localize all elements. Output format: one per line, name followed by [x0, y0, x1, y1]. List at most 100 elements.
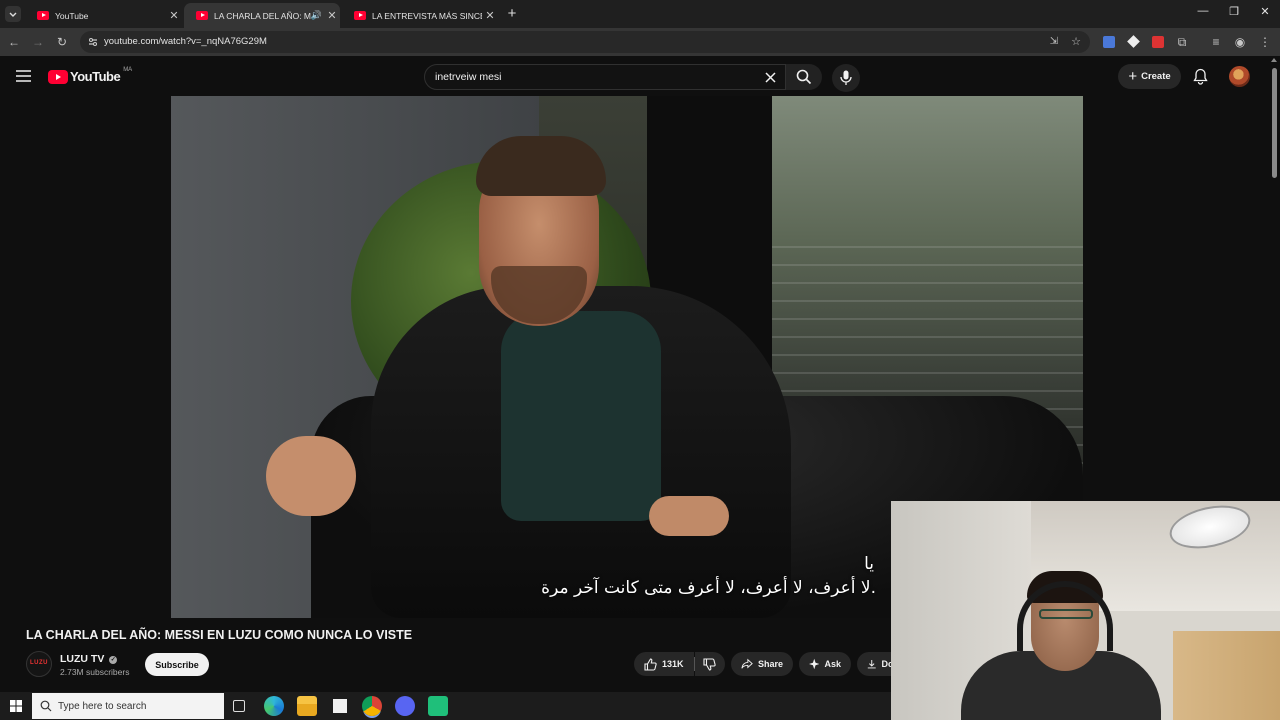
microphone-icon — [840, 70, 852, 85]
thumbs-up-icon — [644, 657, 657, 671]
chevron-down-icon — [9, 12, 17, 17]
browser-tab-active-video[interactable]: LA CHARLA DEL AÑO: MES 🔊 ✕ — [184, 3, 340, 28]
sparkle-icon — [809, 658, 820, 670]
tab-close-icon[interactable]: ✕ — [166, 9, 182, 22]
plus-icon: + — [1128, 67, 1138, 85]
search-input[interactable]: inetrveiw mesi — [435, 71, 502, 83]
hair — [476, 136, 606, 196]
minimize-icon[interactable]: — — [1188, 5, 1218, 17]
like-button[interactable]: 131K — [634, 652, 694, 676]
install-app-icon[interactable]: ⇲ — [1046, 34, 1062, 50]
new-tab-button[interactable]: + — [503, 5, 521, 23]
tab-title: LA ENTREVISTA MÁS SINCERA — [372, 10, 482, 21]
channel-name-text: LUZU TV — [60, 653, 105, 665]
restore-icon[interactable]: ❐ — [1219, 5, 1249, 18]
create-button[interactable]: + Create — [1118, 64, 1181, 89]
speaker-icon[interactable]: 🔊 — [311, 10, 322, 21]
taskbar-search-placeholder: Type here to search — [58, 701, 147, 712]
search-icon — [40, 700, 52, 712]
media-control-icon[interactable]: ≡ — [1208, 34, 1224, 50]
subscriber-count: 2.73M subscribers — [60, 667, 130, 677]
windows-taskbar: Type here to search — [0, 692, 891, 720]
download-label: Do — [881, 659, 892, 669]
taskbar-search-box[interactable]: Type here to search — [32, 693, 224, 719]
reload-icon[interactable]: ↻ — [54, 34, 70, 50]
address-bar[interactable]: youtube.com/watch?v=_nqNA76G29M ⇲ ☆ — [80, 31, 1090, 53]
video-title: LA CHARLA DEL AÑO: MESSI EN LUZU COMO NU… — [26, 628, 413, 642]
search-icon — [796, 69, 812, 85]
extensions-puzzle-icon[interactable]: ⧉ — [1174, 34, 1190, 50]
scroll-thumb[interactable] — [1272, 68, 1277, 178]
channel-logo-text: LUZU — [30, 660, 48, 666]
forward-arrow-icon[interactable]: → — [30, 34, 46, 50]
notifications-bell-icon[interactable] — [1193, 68, 1208, 85]
url-text: youtube.com/watch?v=_nqNA76G29M — [104, 36, 267, 47]
ask-button[interactable]: Ask — [799, 652, 851, 676]
youtube-header: YouTube MA inetrveiw mesi + Create — [0, 56, 1280, 96]
subtitle-line: يا — [864, 554, 874, 574]
youtube-favicon-icon — [354, 11, 366, 20]
verified-check-icon: ✓ — [109, 656, 118, 664]
chrome-icon[interactable] — [362, 696, 382, 716]
thumbs-down-icon — [703, 657, 716, 671]
discord-icon[interactable] — [395, 696, 415, 716]
back-arrow-icon[interactable]: ← — [6, 34, 22, 50]
subscribe-button[interactable]: Subscribe — [145, 653, 209, 676]
tab-close-icon[interactable]: ✕ — [482, 9, 498, 22]
ask-label: Ask — [824, 659, 841, 669]
youtube-logo[interactable]: YouTube MA — [48, 67, 132, 84]
microsoft-store-icon[interactable] — [330, 696, 350, 716]
youtube-logo-text: YouTube — [70, 69, 121, 84]
browser-tab-entrevista[interactable]: LA ENTREVISTA MÁS SINCERA ✕ — [342, 3, 498, 28]
avatar[interactable] — [1229, 66, 1250, 87]
dislike-button[interactable] — [695, 652, 725, 676]
task-view-icon[interactable] — [233, 700, 245, 712]
create-label: Create — [1141, 71, 1171, 82]
windows-start-icon[interactable] — [10, 700, 22, 712]
profile-icon[interactable]: ◉ — [1232, 34, 1248, 50]
share-arrow-icon — [741, 658, 753, 669]
tab-search-button[interactable] — [5, 6, 21, 22]
extension-red-icon[interactable] — [1152, 36, 1164, 48]
webcam-glasses — [1039, 609, 1093, 619]
video-subtitles: يا لا أعرف، لا أعرف، لا أعرف متى كانت آخ… — [471, 552, 876, 600]
bookmark-star-icon[interactable]: ☆ — [1068, 34, 1084, 50]
share-button[interactable]: Share — [731, 652, 793, 676]
tab-close-icon[interactable]: ✕ — [324, 9, 340, 22]
youtube-favicon-icon — [196, 11, 208, 20]
menu-hamburger-icon[interactable] — [16, 69, 32, 83]
webcam-wardrobe — [1173, 631, 1280, 720]
site-info-icon[interactable] — [87, 36, 99, 48]
hand-resting — [649, 496, 729, 536]
game-app-icon[interactable] — [428, 696, 448, 716]
hand-gesture — [266, 436, 356, 516]
webcam-overlay — [891, 501, 1280, 720]
extension-diamond-icon[interactable] — [1127, 35, 1140, 48]
tab-title: YouTube — [55, 10, 89, 21]
tab-title: LA CHARLA DEL AÑO: MES — [214, 10, 311, 21]
close-window-icon[interactable]: ✕ — [1250, 5, 1280, 18]
subtitle-line: لا أعرف، لا أعرف، لا أعرف متى كانت آخر م… — [541, 578, 876, 598]
download-button[interactable]: Do — [857, 652, 891, 676]
scroll-up-arrow-icon[interactable] — [1271, 58, 1277, 62]
translate-extension-icon[interactable] — [1103, 36, 1115, 48]
search-button[interactable] — [786, 64, 822, 90]
search-box[interactable]: inetrveiw mesi — [424, 64, 786, 90]
voice-search-button[interactable] — [832, 64, 860, 92]
page-scrollbar[interactable] — [1268, 56, 1280, 501]
file-explorer-icon[interactable] — [297, 696, 317, 716]
channel-name[interactable]: LUZU TV ✓ — [60, 653, 118, 665]
channel-avatar[interactable]: LUZU — [26, 651, 52, 677]
youtube-favicon-icon — [37, 11, 49, 20]
download-icon — [867, 660, 876, 669]
shirt — [501, 311, 661, 521]
like-count: 131K — [662, 659, 684, 669]
browser-menu-icon[interactable]: ⋮ — [1257, 34, 1273, 50]
share-label: Share — [757, 659, 783, 669]
browser-tab-strip: YouTube ✕ LA CHARLA DEL AÑO: MES 🔊 ✕ LA … — [0, 0, 1280, 28]
clear-search-icon[interactable] — [765, 72, 776, 83]
browser-toolbar: ← → ↻ youtube.com/watch?v=_nqNA76G29M ⇲ … — [0, 28, 1280, 56]
browser-tab-youtube[interactable]: YouTube ✕ — [25, 3, 182, 28]
edge-browser-icon[interactable] — [264, 696, 284, 716]
youtube-logo-icon — [48, 69, 68, 84]
